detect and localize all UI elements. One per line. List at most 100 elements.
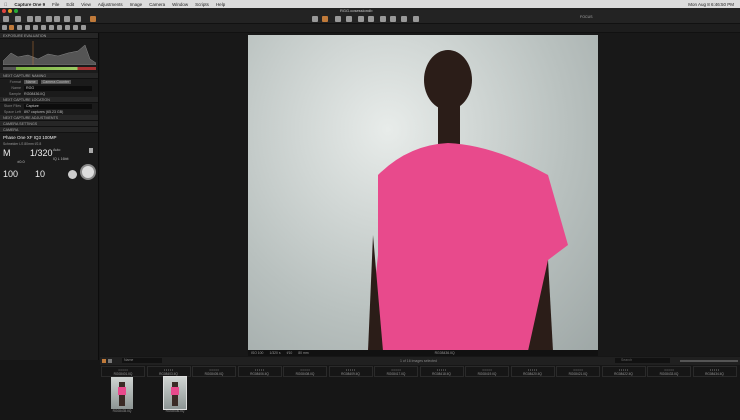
- browser-item[interactable]: • • • • • RG08403.IIQ: [146, 366, 191, 377]
- exposure-tab-icon[interactable]: [33, 25, 38, 30]
- minimize-window-button[interactable]: [8, 9, 12, 13]
- list-view-icon[interactable]: [108, 359, 112, 363]
- info-shutter: 1/320 s: [269, 351, 281, 355]
- capture-tab-icon[interactable]: [9, 25, 14, 30]
- adjustments-tab-icon[interactable]: [49, 25, 54, 30]
- trash-icon[interactable]: [54, 16, 60, 22]
- store-files-select[interactable]: Capture: [24, 103, 92, 109]
- rotate-left-icon[interactable]: [27, 16, 33, 22]
- crop-tool-icon[interactable]: [346, 16, 352, 22]
- menu-help[interactable]: Help: [216, 2, 225, 7]
- browser-item[interactable]: • • • • • RG08418.IIQ: [419, 366, 464, 377]
- thumbnail-image[interactable]: [111, 377, 133, 409]
- photo-filename: RG08436.IIQ: [434, 351, 455, 355]
- iso-value[interactable]: 100: [3, 169, 18, 179]
- browser-item[interactable]: • • • • • RG08434.IIQ: [692, 366, 737, 377]
- format-label: Format: [9, 80, 21, 84]
- browser-item[interactable]: • • • • • RG08406.IIQ: [237, 366, 282, 377]
- color-tab-icon[interactable]: [25, 25, 30, 30]
- batch-tab-icon[interactable]: [73, 25, 78, 30]
- metadata-tab-icon[interactable]: [57, 25, 62, 30]
- menu-view[interactable]: View: [81, 2, 91, 7]
- camera-icon[interactable]: [15, 16, 21, 22]
- browser-item[interactable]: • • • • • RG08408.IIQ: [283, 366, 327, 377]
- name-field[interactable]: RGG: [24, 85, 92, 91]
- thumbnail-filename: RG08435.IIQ: [112, 409, 132, 413]
- folder-icon[interactable]: [46, 16, 52, 22]
- apple-icon[interactable]: : [4, 2, 7, 7]
- straighten-tool-icon[interactable]: [358, 16, 364, 22]
- white-balance[interactable]: Auto: [53, 148, 60, 152]
- capture-button[interactable]: [80, 164, 96, 180]
- main-image[interactable]: [248, 35, 598, 351]
- menu-window[interactable]: Window: [172, 2, 188, 7]
- thumbnail-image[interactable]: [163, 376, 187, 410]
- eyedropper-icon[interactable]: [89, 148, 93, 153]
- browser-item[interactable]: • • • • • RG08422.IIQ: [601, 366, 646, 377]
- menu-app[interactable]: Capture One 9: [14, 2, 45, 7]
- menu-image[interactable]: Image: [130, 2, 143, 7]
- redo-icon[interactable]: [75, 16, 81, 22]
- import-icon[interactable]: [3, 16, 9, 22]
- focus-label[interactable]: FOCUS: [580, 15, 593, 19]
- shutter-speed[interactable]: 1/320: [30, 148, 53, 158]
- close-window-button[interactable]: [2, 9, 6, 13]
- zoom-window-button[interactable]: [14, 9, 18, 13]
- search-input[interactable]: Search: [615, 358, 670, 363]
- file-format[interactable]: IQ L 16bit: [53, 157, 68, 161]
- menu-file[interactable]: File: [52, 2, 59, 7]
- photo-info-bar: ISO 100 1/320 s f/10 80 mm RG08436.IIQ: [248, 350, 598, 356]
- settings-tab-icon[interactable]: [81, 25, 86, 30]
- browser-item[interactable]: • • • • • RG08405.IIQ: [192, 366, 236, 377]
- spot-tool-icon[interactable]: [380, 16, 386, 22]
- exposure-compensation[interactable]: ±0.0: [17, 159, 25, 164]
- brush-tool-icon[interactable]: [401, 16, 407, 22]
- exposure-meter: [3, 67, 96, 70]
- browser-item[interactable]: • • • • • RG08401.IIQ: [101, 366, 145, 377]
- live-view-button[interactable]: [68, 170, 77, 179]
- aperture-value[interactable]: 10: [35, 169, 45, 179]
- browser-item-filename: RG08401.IIQ: [113, 372, 133, 376]
- undo-icon[interactable]: [64, 16, 70, 22]
- camera-model: Phase One XF IQ3 100MP: [3, 135, 57, 140]
- picker-tool-icon[interactable]: [390, 16, 396, 22]
- browser-item[interactable]: • • • • • RG08433.IIQ: [647, 366, 691, 377]
- thumbnail-view-icon[interactable]: [102, 359, 106, 363]
- histogram: [3, 40, 96, 72]
- lens-tab-icon[interactable]: [17, 25, 22, 30]
- browser-item-filename: RG08433.IIQ: [659, 372, 679, 376]
- browser-item[interactable]: • • • • • RG08409.IIQ: [328, 366, 373, 377]
- workspace-icon[interactable]: [90, 16, 96, 22]
- rotate-right-icon[interactable]: [35, 16, 41, 22]
- menu-camera[interactable]: Camera: [149, 2, 165, 7]
- browser-item-filename: RG08409.IIQ: [341, 372, 360, 376]
- keystone-tool-icon[interactable]: [368, 16, 374, 22]
- exposure-mode[interactable]: M: [3, 148, 11, 158]
- sort-select[interactable]: Name: [122, 358, 162, 363]
- left-tool-panel: EXPOSURE EVALUATION NEXT CAPTURE NAMING …: [0, 33, 99, 360]
- pan-tool-icon[interactable]: [322, 16, 328, 22]
- menu-bar:  Capture One 9 File Edit View Adjustmen…: [0, 0, 740, 8]
- menu-adjustments[interactable]: Adjustments: [98, 2, 123, 7]
- browser-item[interactable]: • • • • • RG08421.IIQ: [556, 366, 600, 377]
- browser-item[interactable]: • • • • • RG08419.IIQ: [465, 366, 509, 377]
- thumbnail-size-slider[interactable]: [680, 360, 738, 362]
- output-tab-icon[interactable]: [65, 25, 70, 30]
- thumbnail[interactable]: RG08435.IIQ: [107, 377, 137, 417]
- zoom-tool-icon[interactable]: [335, 16, 341, 22]
- details-tab-icon[interactable]: [41, 25, 46, 30]
- thumbnail[interactable]: RG08436.IIQ: [160, 376, 190, 417]
- browser-item-filename: RG08417.IIQ: [386, 372, 406, 376]
- menu-scripts[interactable]: Scripts: [195, 2, 209, 7]
- copy-apply-icon[interactable]: [413, 16, 419, 22]
- menu-edit[interactable]: Edit: [66, 2, 74, 7]
- format-token-counter[interactable]: Camera Counter: [40, 80, 72, 84]
- browser-item[interactable]: • • • • • RG08417.IIQ: [374, 366, 418, 377]
- library-tab-icon[interactable]: [2, 25, 7, 30]
- browser-item[interactable]: • • • • • RG08420.IIQ: [510, 366, 555, 377]
- format-token-name[interactable]: Name: [24, 80, 38, 84]
- exposure-evaluation-header[interactable]: EXPOSURE EVALUATION: [0, 33, 98, 39]
- select-tool-icon[interactable]: [312, 16, 318, 22]
- browser-item-filename: RG08420.IIQ: [523, 372, 542, 376]
- browser-item-filename: RG08418.IIQ: [432, 372, 451, 376]
